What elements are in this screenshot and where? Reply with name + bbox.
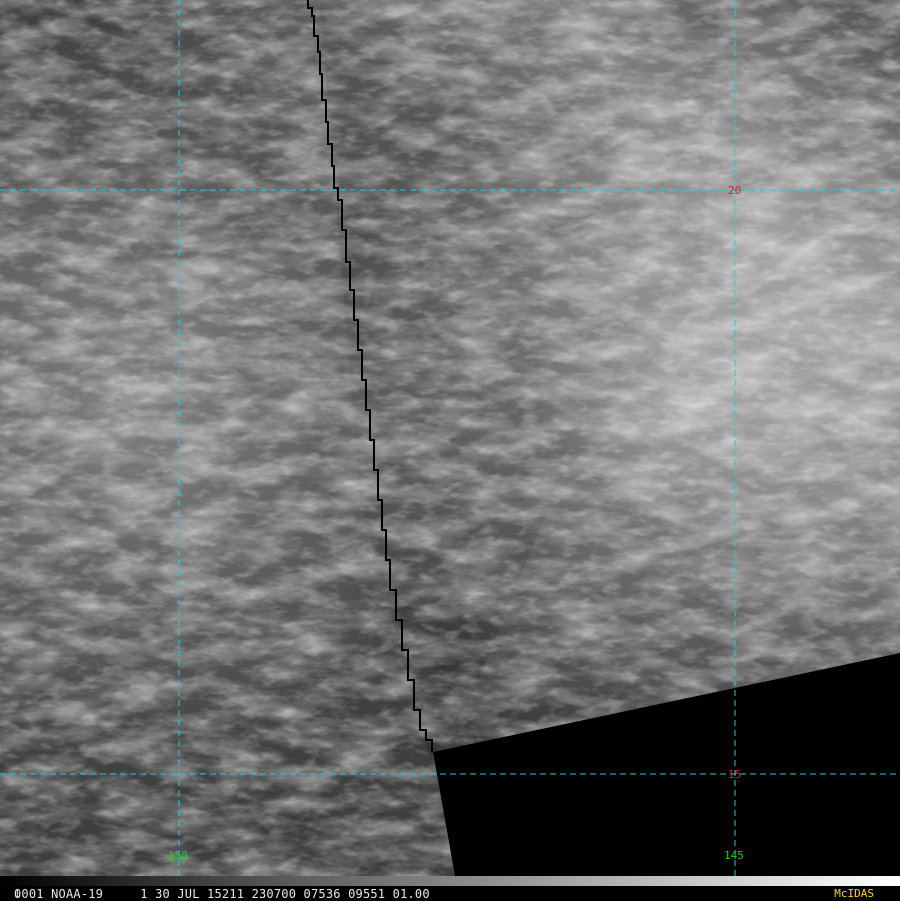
grayscale-calibration-bar xyxy=(0,876,900,886)
image-metadata-line: 0001 NOAA-19 1 30 JUL 15211 230700 07536… xyxy=(14,887,430,901)
latitude-label-20: 20 xyxy=(728,184,741,197)
satellite-image: 20 15 150 145 xyxy=(0,0,900,876)
satellite-image-viewer: 20 15 150 145 1 0001 NOAA-19 1 30 JUL 15… xyxy=(0,0,900,901)
latitude-label-15: 15 xyxy=(728,768,741,781)
status-footer: 1 0001 NOAA-19 1 30 JUL 15211 230700 075… xyxy=(0,876,900,901)
longitude-label-150: 150 xyxy=(168,849,188,862)
longitude-label-145: 145 xyxy=(724,849,744,862)
software-label: McIDAS xyxy=(834,887,874,900)
